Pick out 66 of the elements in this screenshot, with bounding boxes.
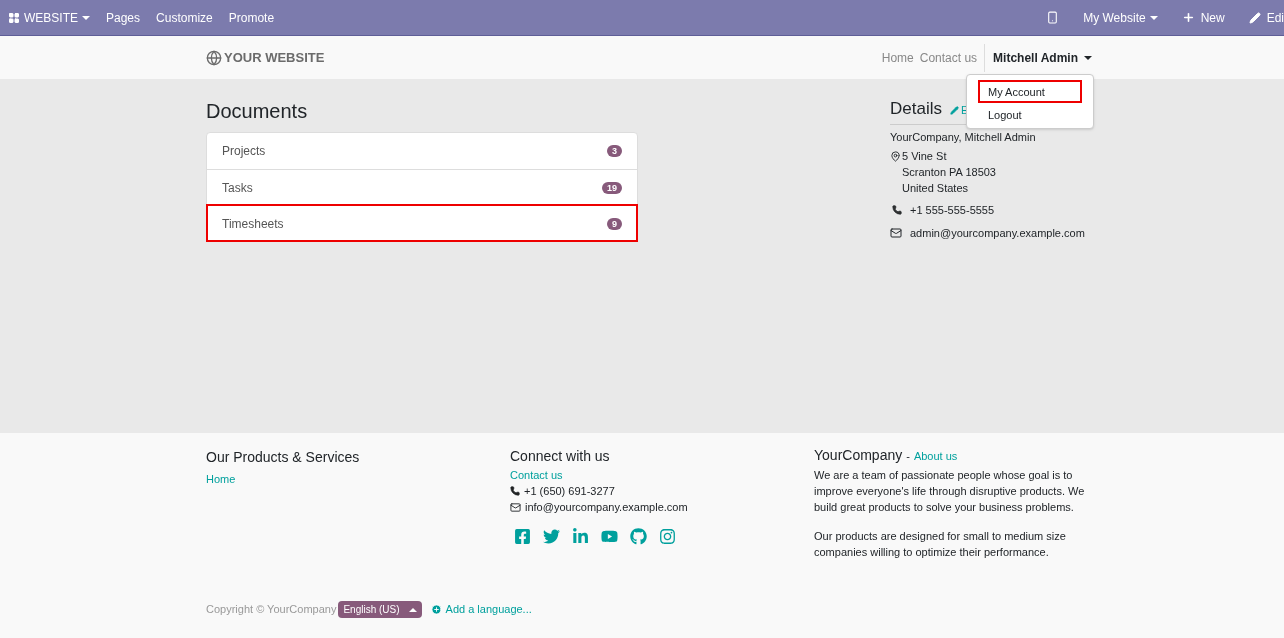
connect-title: Connect with us — [510, 447, 611, 465]
menu-item[interactable]: Pages — [98, 0, 149, 35]
footer-link[interactable]: Home — [206, 471, 510, 488]
phone-number: +1 555-555-5555 — [910, 203, 995, 218]
nav-link[interactable]: Contact us — [916, 48, 981, 67]
instagram-icon[interactable] — [659, 528, 676, 545]
caret-icon — [408, 607, 417, 612]
add-language-link[interactable]: Add a language... — [430, 601, 532, 618]
globe-icon — [206, 49, 222, 66]
caret-icon — [1149, 15, 1158, 20]
app-menu[interactable]: WEBSITE — [0, 0, 98, 35]
mail-icon — [890, 226, 902, 239]
language-selector[interactable]: English (US) — [338, 601, 422, 618]
twitter-icon[interactable] — [543, 528, 560, 545]
count-badge: 3 — [607, 145, 622, 157]
linkedin-icon[interactable] — [572, 528, 589, 545]
footer-phone: +1 (650) 691-3277 — [524, 484, 615, 499]
plus-circle-icon — [430, 604, 442, 615]
caret-icon — [1084, 55, 1092, 60]
user-menu-toggle[interactable]: Mitchell Admin — [989, 48, 1096, 67]
contact-link[interactable]: Contact us — [510, 467, 814, 483]
phone-icon — [1046, 11, 1060, 24]
caret-icon — [82, 15, 90, 20]
about-link[interactable]: About us — [913, 448, 958, 464]
company-paragraph: We are a team of passionate people whose goal is to improve everyone's life through disruptive products. We build great products to solve your business problems. — [814, 468, 1086, 515]
products-title: Our Products & Services — [206, 448, 361, 467]
menu-item[interactable]: Promote — [220, 0, 283, 35]
github-icon[interactable] — [630, 528, 647, 545]
document-label: Projects — [222, 143, 266, 160]
menu-item[interactable]: Logout — [978, 103, 1082, 126]
logo[interactable]: YOUR WEBSITE — [206, 47, 325, 68]
count-badge: 19 — [602, 181, 622, 194]
documents-title: Documents — [206, 99, 309, 124]
footer-email: info@yourcompany.example.com — [525, 500, 688, 515]
email-address: admin@yourcompany.example.com — [910, 225, 1085, 241]
pencil-icon — [1248, 11, 1261, 24]
new-button[interactable]: New — [1169, 0, 1237, 35]
document-item[interactable]: Projects 3 — [207, 133, 637, 169]
plus-icon — [1181, 11, 1195, 24]
address-line: United States — [902, 181, 970, 196]
mail-icon — [510, 501, 521, 513]
address-line: 5 Vine St — [902, 149, 948, 164]
phone-icon — [510, 486, 520, 496]
nav-link[interactable]: Home — [878, 48, 917, 67]
youtube-icon[interactable] — [601, 528, 618, 545]
grid-icon — [8, 11, 20, 24]
separator: - — [906, 449, 910, 464]
menu-item[interactable]: My Account — [978, 80, 1082, 103]
facebook-icon[interactable] — [514, 528, 531, 545]
map-pin-icon — [890, 151, 901, 162]
address-line: Scranton PA 18503 — [902, 165, 996, 180]
phone-icon — [892, 205, 902, 216]
company-paragraph: Our products are designed for small to medium size companies willing to optimize their performance. — [814, 529, 1067, 560]
document-item[interactable]: Tasks 19 — [207, 169, 637, 205]
document-label: Tasks — [222, 179, 253, 197]
document-item[interactable]: Timesheets 9 — [207, 205, 637, 241]
copyright: Copyright © YourCompany — [206, 602, 337, 618]
company-title: YourCompany — [814, 447, 903, 463]
edit-button[interactable]: Edi — [1236, 0, 1284, 35]
details-title: Details — [890, 98, 942, 120]
document-label: Timesheets — [222, 215, 284, 233]
contact-name: YourCompany, Mitchell Admin — [890, 129, 1037, 145]
pencil-icon — [949, 105, 959, 115]
menu-item[interactable]: Customize — [148, 0, 221, 35]
website-switcher[interactable]: My Website — [1071, 0, 1170, 35]
count-badge: 9 — [607, 217, 622, 230]
